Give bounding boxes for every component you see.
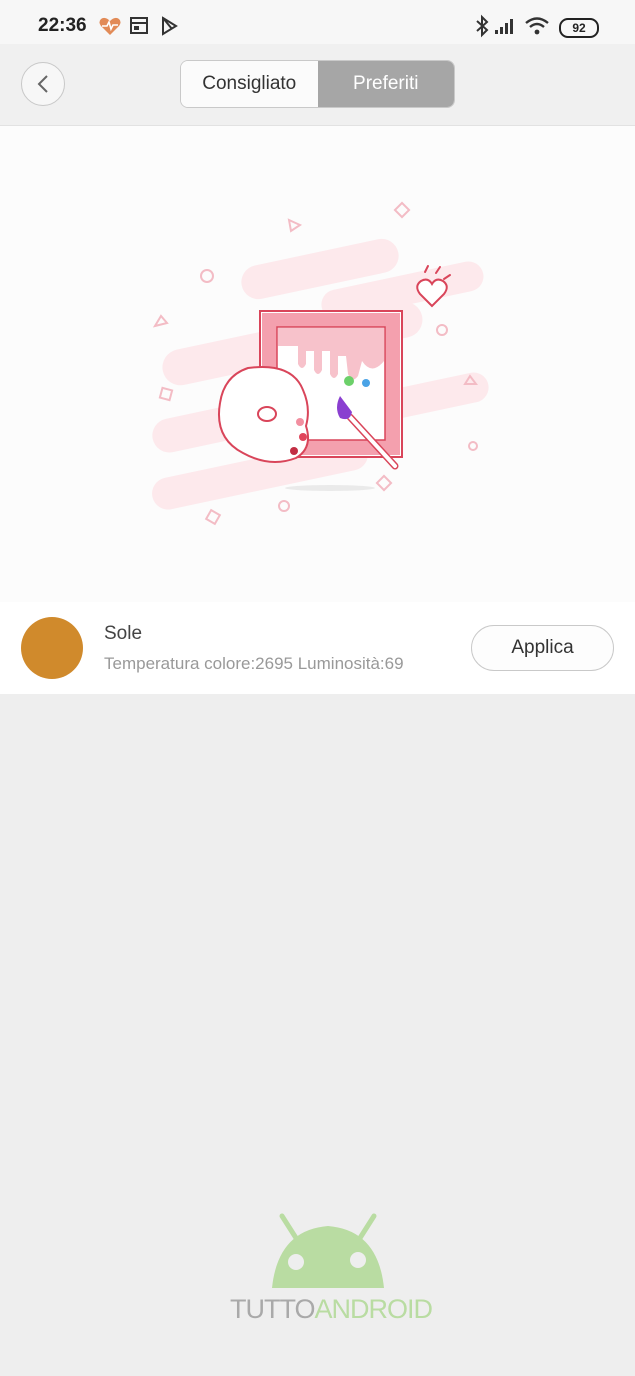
heart-rate-icon bbox=[99, 17, 121, 35]
color-swatch bbox=[21, 617, 83, 679]
tab-switcher: Consigliato Preferiti bbox=[180, 60, 455, 108]
apply-button[interactable]: Applica bbox=[471, 625, 614, 671]
status-bar: 22:36 92 bbox=[0, 0, 635, 44]
tab-preferiti[interactable]: Preferiti bbox=[317, 61, 454, 107]
chevron-left-icon bbox=[37, 75, 48, 93]
hero-illustration bbox=[0, 126, 635, 603]
signal-icon bbox=[495, 19, 513, 34]
watermark-text-android: ANDROID bbox=[314, 1294, 434, 1324]
back-button[interactable] bbox=[21, 62, 65, 106]
play-store-icon bbox=[162, 16, 178, 36]
status-time: 22:36 bbox=[38, 15, 87, 36]
top-bar: Consigliato Preferiti bbox=[0, 44, 635, 126]
watermark-text: TUTTOANDROID bbox=[230, 1294, 433, 1325]
preset-row[interactable]: Sole Temperatura colore:2695 Luminosità:… bbox=[0, 602, 635, 694]
tab-consigliato[interactable]: Consigliato bbox=[181, 61, 318, 107]
calendar-icon bbox=[130, 17, 148, 34]
android-robot-icon bbox=[272, 1213, 384, 1288]
preset-name: Sole bbox=[104, 623, 143, 644]
status-icons-left bbox=[98, 14, 188, 38]
painting-illustration bbox=[152, 201, 489, 526]
watermark-logo: TUTTOANDROID bbox=[230, 1212, 433, 1332]
battery-indicator: 92 bbox=[559, 18, 599, 38]
preset-details: Temperatura colore:2695 Luminosità:69 bbox=[104, 654, 404, 673]
bluetooth-icon bbox=[476, 14, 489, 38]
wifi-icon bbox=[525, 17, 549, 35]
watermark-text-tutto: TUTTO bbox=[230, 1294, 315, 1324]
